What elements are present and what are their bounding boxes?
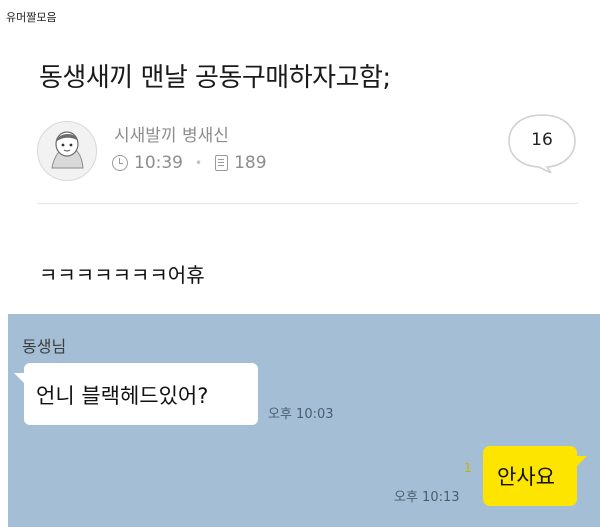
author-avatar[interactable] bbox=[37, 121, 97, 181]
avatar-character-icon bbox=[38, 122, 96, 180]
site-label: 유머짤모음 bbox=[6, 11, 57, 24]
view-count: 189 bbox=[234, 153, 267, 173]
unread-count: 1 bbox=[464, 461, 472, 475]
post-title: 동생새끼 맨날 공동구매하자고함; bbox=[39, 63, 391, 93]
incoming-message-time: 오후 10:03 bbox=[268, 407, 334, 422]
author-name[interactable]: 시새발끼 병새신 bbox=[114, 121, 229, 146]
clock-icon bbox=[112, 155, 128, 171]
post-meta: 10:39 • 189 bbox=[112, 151, 267, 175]
outgoing-message-text: 안사요 bbox=[497, 465, 555, 489]
document-icon bbox=[215, 155, 229, 171]
meta-separator: • bbox=[195, 156, 203, 170]
post-body: ㅋㅋㅋㅋㅋㅋㅋ어휴 bbox=[39, 263, 205, 287]
outgoing-message-time: 오후 10:13 bbox=[394, 490, 460, 505]
post-time: 10:39 bbox=[134, 153, 183, 173]
header-divider bbox=[37, 203, 578, 204]
chat-sender-name: 동생님 bbox=[22, 337, 67, 356]
comment-count[interactable]: 16 bbox=[507, 130, 577, 150]
incoming-message-text: 언니 블랙헤드있어? bbox=[36, 384, 209, 408]
